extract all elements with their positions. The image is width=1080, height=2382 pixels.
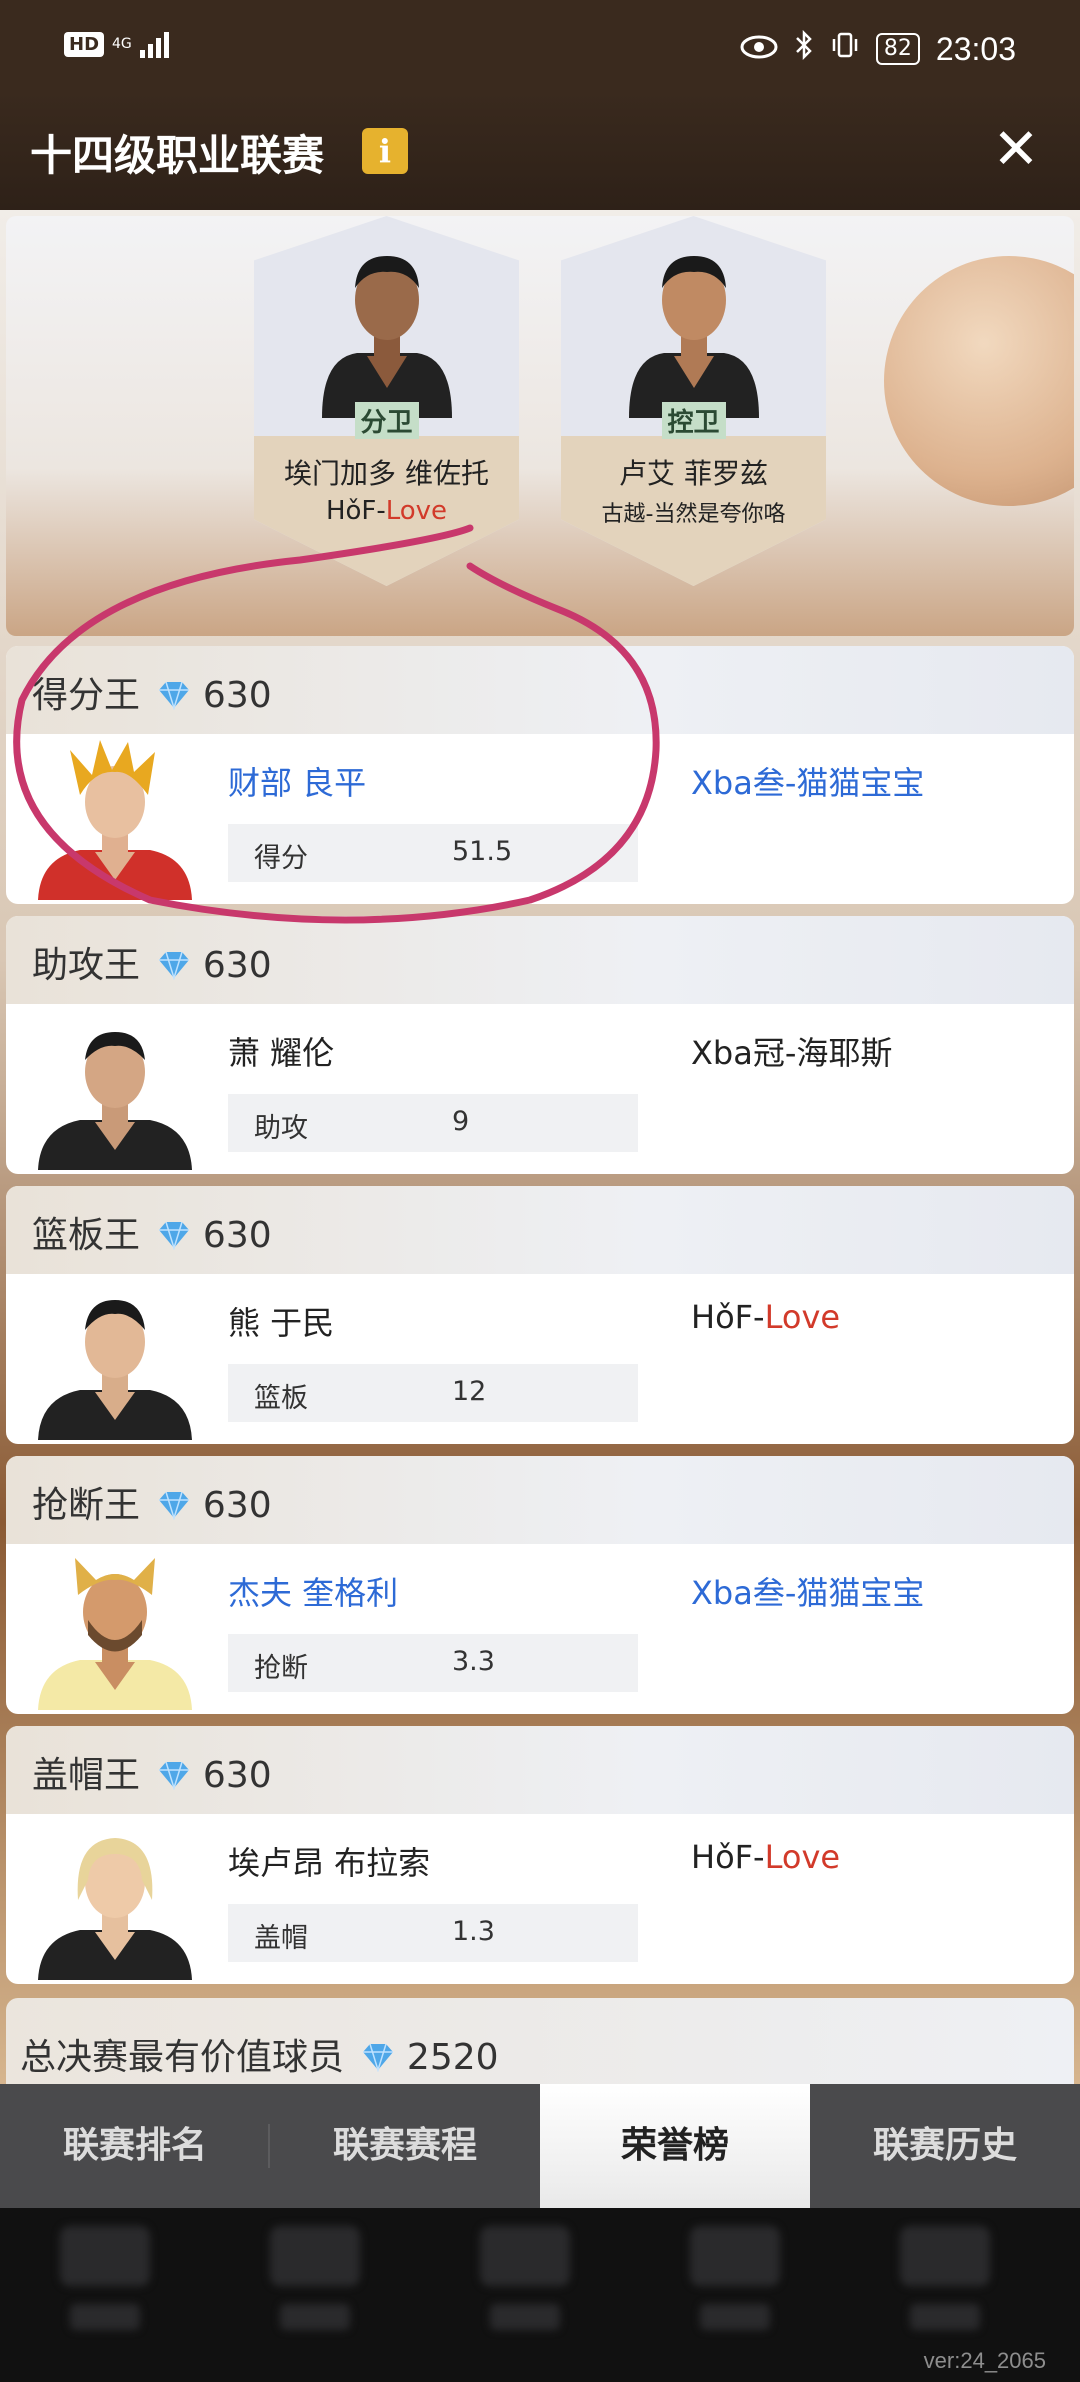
player-avatar <box>38 1300 192 1440</box>
award-reward: 630 <box>202 1215 272 1256</box>
tab-honor-roll[interactable]: 荣誉榜 <box>540 2084 810 2208</box>
stat-row: 助攻 9 <box>228 1094 638 1152</box>
award-header: 盖帽王 630 <box>6 1726 1074 1814</box>
basketball-icon <box>884 256 1074 506</box>
status-bar: HD 4G 82 23:03 <box>0 0 1080 90</box>
stat-value: 1.3 <box>452 1916 495 1947</box>
player-name[interactable]: 财部 良平 <box>228 758 366 804</box>
stat-row: 得分 51.5 <box>228 824 638 882</box>
stat-label: 得分 <box>254 843 308 874</box>
diamond-icon <box>159 1761 190 1790</box>
bluetooth-icon <box>794 29 814 68</box>
player-avatar <box>38 1838 192 1980</box>
tab-league-history[interactable]: 联赛历史 <box>810 2084 1080 2208</box>
player-name[interactable]: 熊 于民 <box>228 1298 334 1344</box>
signal-icon <box>139 30 169 58</box>
stat-label: 篮板 <box>254 1383 308 1414</box>
award-card-finals-mvp[interactable]: 总决赛最有价值球员 2520 <box>6 1998 1074 2084</box>
stat-label: 抢断 <box>254 1653 308 1684</box>
tab-bar: 联赛排名 联赛赛程 荣誉榜 联赛历史 <box>0 2084 1080 2208</box>
award-header: 得分王 630 <box>6 646 1074 734</box>
diamond-icon <box>159 681 190 710</box>
status-left: HD 4G <box>64 30 169 58</box>
network-label: 4G <box>112 36 132 52</box>
team-name[interactable]: HǒF-Love <box>691 1838 840 1876</box>
award-card-assists[interactable]: 助攻王 630 萧 耀伦 Xba冠-海耶斯 助攻 9 <box>6 916 1074 1174</box>
version-label: ver:24_2065 <box>923 2348 1046 2373</box>
award-card-blocks[interactable]: 盖帽王 630 埃卢昂 布拉索 HǒF-Love 盖帽 1.3 <box>6 1726 1074 1984</box>
award-card-rebounds[interactable]: 篮板王 630 熊 于民 HǒF-Love 篮板 12 <box>6 1186 1074 1444</box>
player-portrait <box>628 256 759 418</box>
player-portrait <box>321 256 452 418</box>
player-avatar <box>38 740 192 900</box>
stat-label: 助攻 <box>254 1113 308 1144</box>
award-title: 篮板王 <box>32 1215 141 1256</box>
status-right: 82 23:03 <box>740 29 1016 68</box>
award-reward: 630 <box>202 945 272 986</box>
team-name[interactable]: Xba冠-海耶斯 <box>691 1028 892 1074</box>
position-card-point-guard[interactable]: 控卫 卢艾 菲罗兹 古越-当然是夸你咯 <box>561 216 826 586</box>
award-title: 总决赛最有价值球员 <box>20 2037 345 2078</box>
award-card-scoring[interactable]: 得分王 630 财部 良平 Xba叁-猫猫宝宝 得分 51.5 <box>6 646 1074 904</box>
team-name[interactable]: HǒF-Love <box>691 1298 840 1336</box>
tab-league-schedule[interactable]: 联赛赛程 <box>270 2084 540 2208</box>
stat-value: 12 <box>452 1376 487 1407</box>
clock: 23:03 <box>935 30 1016 67</box>
all-star-banner: 分卫 埃门加多 维佐托 HǒF-Love 控卫 卢艾 菲罗兹 古越-当然是夸你咯 <box>6 216 1074 636</box>
nav-icon[interactable] <box>900 2226 990 2286</box>
team-name: 古越-当然是夸你咯 <box>601 502 786 527</box>
award-reward: 630 <box>202 1755 272 1796</box>
nav-icon[interactable] <box>690 2226 780 2286</box>
eye-icon <box>740 32 778 67</box>
page-header: 十四级职业联赛 i ✕ <box>0 90 1080 210</box>
info-icon[interactable]: i <box>362 128 408 174</box>
award-reward: 630 <box>202 1485 272 1526</box>
team-name[interactable]: Xba叁-猫猫宝宝 <box>691 1568 924 1614</box>
diamond-icon <box>159 1491 190 1520</box>
award-title: 抢断王 <box>32 1485 141 1526</box>
nav-icon[interactable] <box>480 2226 570 2286</box>
player-avatar <box>38 1032 192 1170</box>
page-title: 十四级职业联赛 <box>30 131 325 180</box>
team-name: HǒF-Love <box>325 496 448 526</box>
stat-label: 盖帽 <box>254 1923 308 1954</box>
player-name[interactable]: 杰夫 奎格利 <box>228 1568 398 1614</box>
battery-indicator: 82 <box>875 33 920 65</box>
player-name: 埃门加多 维佐托 <box>284 457 489 490</box>
award-header: 助攻王 630 <box>6 916 1074 1004</box>
team-name[interactable]: Xba叁-猫猫宝宝 <box>691 758 924 804</box>
award-header: 篮板王 630 <box>6 1186 1074 1274</box>
award-card-steals[interactable]: 抢断王 630 杰夫 奎格利 Xba叁-猫猫宝宝 抢断 3.3 <box>6 1456 1074 1714</box>
diamond-icon <box>159 951 190 980</box>
stat-value: 3.3 <box>452 1646 495 1677</box>
vibrate-icon <box>830 30 860 68</box>
award-reward: 630 <box>202 675 272 716</box>
close-icon[interactable]: ✕ <box>986 120 1046 180</box>
position-tag: 分卫 <box>354 402 419 439</box>
stat-row: 抢断 3.3 <box>228 1634 638 1692</box>
stat-value: 51.5 <box>452 836 513 867</box>
award-title: 盖帽王 <box>32 1755 141 1796</box>
player-avatar <box>38 1558 192 1710</box>
diamond-icon <box>363 2043 394 2072</box>
position-card-shooting-guard[interactable]: 分卫 埃门加多 维佐托 HǒF-Love <box>254 216 519 586</box>
player-name: 卢艾 菲罗兹 <box>619 457 768 490</box>
award-title: 得分王 <box>32 675 141 716</box>
nav-icon[interactable] <box>60 2226 150 2286</box>
nav-icon[interactable] <box>270 2226 360 2286</box>
player-name[interactable]: 埃卢昂 布拉索 <box>228 1838 430 1884</box>
award-reward: 2520 <box>406 2037 499 2078</box>
position-tag: 控卫 <box>661 402 726 439</box>
player-name[interactable]: 萧 耀伦 <box>228 1028 334 1074</box>
stat-value: 9 <box>452 1106 470 1137</box>
bottom-nav: ver:24_2065 <box>0 2208 1080 2382</box>
tab-league-ranking[interactable]: 联赛排名 <box>0 2084 270 2208</box>
honor-list[interactable]: 分卫 埃门加多 维佐托 HǒF-Love 控卫 卢艾 菲罗兹 古越-当然是夸你咯… <box>0 210 1080 2084</box>
stat-row: 盖帽 1.3 <box>228 1904 638 1962</box>
diamond-icon <box>159 1221 190 1250</box>
stat-row: 篮板 12 <box>228 1364 638 1422</box>
award-header: 抢断王 630 <box>6 1456 1074 1544</box>
award-title: 助攻王 <box>32 945 141 986</box>
hd-badge: HD <box>64 31 105 57</box>
